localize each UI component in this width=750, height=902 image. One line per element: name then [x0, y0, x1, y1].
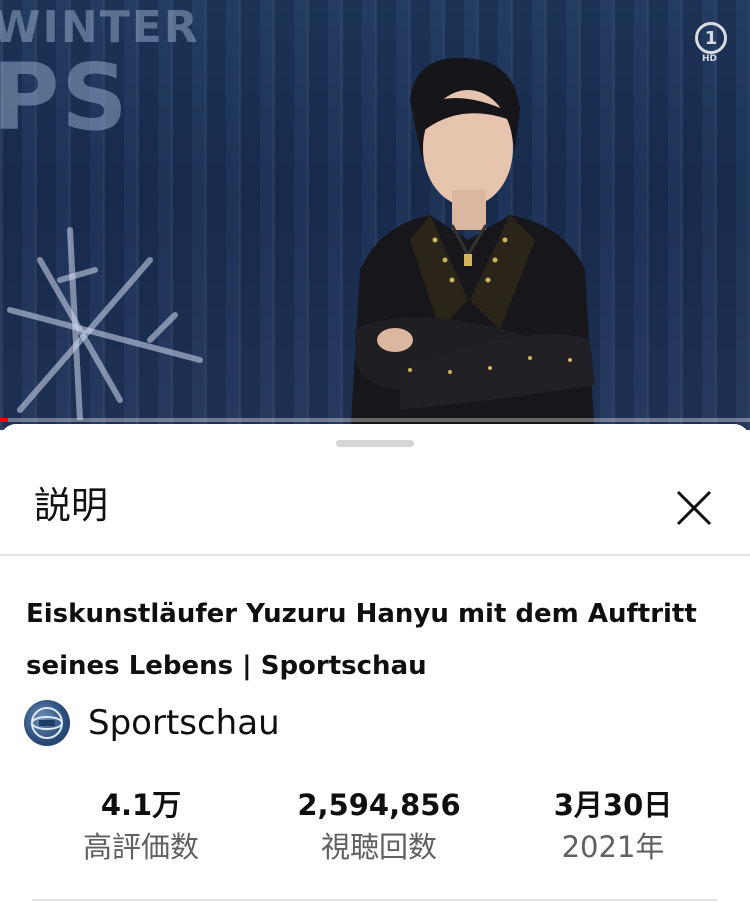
- likes-value: 4.1万: [100, 788, 182, 822]
- progress-fill: [0, 418, 8, 422]
- globe-icon-graphic: [31, 707, 63, 739]
- hd-label: HD: [702, 54, 718, 64]
- video-title: Eiskunstläufer Yuzuru Hanyu mit dem Auft…: [26, 599, 697, 681]
- stats-row: 4.1万 高評価数 2,594,856 視聴回数 3月30日 2021年: [0, 784, 750, 874]
- channel-logo-icon: 1: [695, 22, 727, 54]
- drag-handle[interactable]: [336, 440, 414, 447]
- date-value: 3月30日: [553, 788, 673, 822]
- close-icon[interactable]: [670, 484, 718, 532]
- venue-banner-big: PS: [0, 44, 130, 151]
- video-player[interactable]: WINTER PS 1 HD: [0, 0, 750, 430]
- likes-stat: 4.1万 高評価数: [16, 784, 266, 868]
- views-stat: 2,594,856 視聴回数: [254, 784, 504, 868]
- description-sheet: 説明 Eiskunstläufer Yuzuru Hanyu mit dem A…: [0, 424, 750, 902]
- views-value: 2,594,856: [297, 788, 461, 822]
- sheet-title: 説明: [34, 484, 108, 527]
- globe-icon: [24, 700, 70, 746]
- likes-label: 高評価数: [82, 830, 199, 864]
- channel-link[interactable]: Sportschau: [24, 700, 280, 746]
- divider: [0, 554, 750, 556]
- progress-bar[interactable]: [0, 418, 750, 422]
- skater-figure: [350, 57, 595, 430]
- snowflake-decoration: [7, 227, 203, 420]
- date-stat: 3月30日 2021年: [488, 784, 738, 868]
- venue-banner: WINTER PS: [0, 6, 200, 144]
- views-label: 視聴回数: [320, 830, 437, 864]
- divider: [32, 899, 718, 901]
- channel-name: Sportschau: [88, 703, 280, 743]
- year-label: 2021年: [561, 830, 665, 864]
